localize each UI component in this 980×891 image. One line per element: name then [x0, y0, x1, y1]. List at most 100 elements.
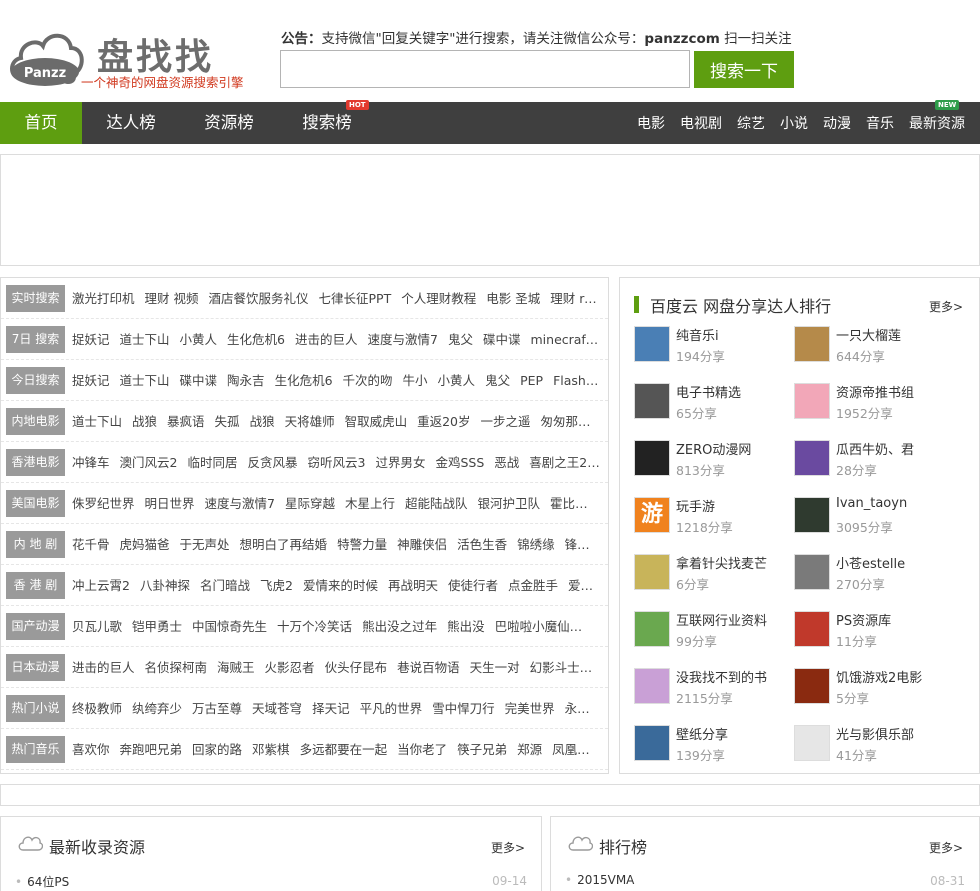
sharer-name[interactable]: ZERO动漫网 [676, 439, 751, 458]
keyword-link[interactable]: 邓紫棋 [252, 742, 290, 757]
ranking-more-link[interactable]: 更多> [929, 298, 963, 315]
keyword-link[interactable]: 捉妖记 [72, 332, 110, 347]
sharer-name[interactable]: 小苍estelle [836, 553, 905, 572]
sharer-item[interactable]: 饥饿游戏2电影 5分享 [794, 668, 954, 708]
keyword-link[interactable]: 速度与激情7 [368, 332, 438, 347]
keyword-link[interactable]: 碟中谍 [180, 373, 218, 388]
keyword-link[interactable]: 再战明天 [388, 578, 438, 593]
keyword-link[interactable]: 回家的路 [192, 742, 242, 757]
portrait-avatar-icon[interactable] [794, 440, 830, 476]
sharer-item[interactable]: PS资源库 11分享 [794, 611, 954, 651]
row-category-label[interactable]: 国产动漫 [6, 613, 65, 640]
row-category-label[interactable]: 日本动漫 [6, 654, 65, 681]
keyword-link[interactable]: 家有... [580, 619, 600, 634]
keyword-link[interactable]: 反贪风暴 [247, 455, 297, 470]
keyword-link[interactable]: 幻影斗士 [530, 660, 580, 675]
keyword-link[interactable]: 超能陆战队 [405, 496, 468, 511]
row-category-label[interactable]: 香港电影 [6, 449, 65, 476]
row-category-label[interactable]: 热门小说 [6, 695, 65, 722]
keyword-link[interactable]: 小黄人 [180, 332, 218, 347]
keyword-link[interactable]: 金鸡SSS [435, 455, 484, 470]
keyword-link[interactable]: 于无声处 [180, 537, 230, 552]
books-avatar-icon[interactable] [634, 668, 670, 704]
keyword-link[interactable]: 天生一对 [470, 660, 520, 675]
sharer-item[interactable]: 瓜西牛奶、君 28分享 [794, 440, 954, 480]
ps-avatar-icon[interactable] [794, 611, 830, 647]
keyword-link[interactable]: 电影 圣城 [486, 291, 540, 306]
keyword-link[interactable]: 一步之遥 [481, 414, 531, 429]
keyword-link[interactable]: 霍比特人3 [550, 496, 600, 511]
sharer-name[interactable]: 玩手游 [676, 496, 715, 515]
keyword-link[interactable]: 特警力量 [337, 537, 387, 552]
keyword-link[interactable]: minecraft1.8.... [531, 332, 601, 347]
keyword-link[interactable]: 理财 视频 [145, 291, 199, 306]
row-category-label[interactable]: 内 地 剧 [6, 531, 65, 558]
keyword-link[interactable]: 多远都要在一起 [300, 742, 388, 757]
sharer-name[interactable]: 壁纸分享 [676, 724, 728, 743]
keyword-link[interactable]: 点金胜手 [508, 578, 558, 593]
keyword-link[interactable]: 筷子兄弟 [457, 742, 507, 757]
keyword-link[interactable]: 速度与激情7 [205, 496, 275, 511]
android-avatar-icon[interactable] [634, 611, 670, 647]
keyword-link[interactable]: 木星上行 [345, 496, 395, 511]
keyword-link[interactable]: 重返20岁 [417, 414, 470, 429]
keyword-link[interactable]: 雪中悍刀行 [432, 701, 495, 716]
keyword-link[interactable]: 进击的巨人 [295, 332, 358, 347]
keyword-link[interactable]: 飞虎2 [260, 578, 293, 593]
keyword-link[interactable]: 战狼 [132, 414, 157, 429]
keyword-link[interactable]: 恶战 [494, 455, 519, 470]
row-category-label[interactable]: 内地电影 [6, 408, 65, 435]
sharer-item[interactable]: 拿着针尖找麦芒 6分享 [634, 554, 794, 594]
keyword-link[interactable]: 名侦探柯南 [145, 660, 208, 675]
keyword-link[interactable]: 生化危机6 [227, 332, 285, 347]
nav-resources[interactable]: 资源榜 [190, 102, 268, 144]
keyword-link[interactable]: 碟中谍 [483, 332, 521, 347]
game-avatar-icon[interactable]: 游 [634, 497, 670, 533]
sharer-name[interactable]: 资源帝推书组 [836, 382, 914, 401]
keyword-link[interactable]: 天域苍穹 [252, 701, 302, 716]
keyword-link[interactable]: 奔跑吧兄弟 [120, 742, 183, 757]
sharer-name[interactable]: 瓜西牛奶、君 [836, 439, 914, 458]
keyword-link[interactable]: 海贼王 [217, 660, 255, 675]
keyword-link[interactable]: 爱情来的时候 [303, 578, 378, 593]
sharer-item[interactable]: 壁纸分享 139分享 [634, 725, 794, 765]
nav-movie[interactable]: 电影 [637, 102, 665, 144]
keyword-link[interactable]: 天将雄师 [285, 414, 335, 429]
keyword-link[interactable]: 千次的吻 [343, 373, 393, 388]
keyword-link[interactable]: 智取威虎山 [345, 414, 408, 429]
sharer-item[interactable]: 小苍estelle 270分享 [794, 554, 954, 594]
keyword-link[interactable]: 道士下山 [120, 332, 170, 347]
keyword-link[interactable]: 鬼父 [485, 373, 510, 388]
keyword-link[interactable]: 熊出没之过年 [362, 619, 437, 634]
keyword-link[interactable]: 喜欢你 [72, 742, 110, 757]
sharer-name[interactable]: 电子书精选 [676, 382, 741, 401]
keyword-link[interactable]: 星际穿越 [285, 496, 335, 511]
fire-avatar-icon[interactable] [794, 668, 830, 704]
sketch-avatar-icon[interactable] [634, 554, 670, 590]
sharer-item[interactable]: Ivan_taoyn 3095分享 [794, 496, 954, 537]
keyword-link[interactable]: 郑源 [517, 742, 542, 757]
keyword-link[interactable]: 道士下山 [120, 373, 170, 388]
keyword-link[interactable]: 使徒行者 [448, 578, 498, 593]
nav-tv[interactable]: 电视剧 [680, 102, 722, 144]
city-avatar-icon[interactable] [794, 326, 830, 362]
sharer-item[interactable]: 电子书精选 65分享 [634, 383, 794, 423]
keyword-link[interactable]: 当你老了 [397, 742, 447, 757]
site-logo[interactable]: Panzz 盘找找 一个神奇的网盘资源搜索引擎 [7, 22, 267, 92]
keyword-link[interactable]: 鬼父 [448, 332, 473, 347]
keyword-link[interactable]: 激光打印机 [72, 291, 135, 306]
keyword-link[interactable]: 道士下山 [72, 414, 122, 429]
keyword-link[interactable]: 冲上云霄2 [72, 578, 130, 593]
keyword-link[interactable]: 牛小 [403, 373, 428, 388]
keyword-link[interactable]: 永夜君... [565, 701, 600, 716]
keyword-link[interactable]: 火影忍者 [265, 660, 315, 675]
keyword-link[interactable]: PEP [520, 373, 543, 388]
keyword-link[interactable]: 战狼 [250, 414, 275, 429]
keyword-link[interactable]: 完美世界 [505, 701, 555, 716]
girl-avatar-icon[interactable] [794, 554, 830, 590]
sharer-name[interactable]: 没我找不到的书 [676, 667, 767, 686]
nav-experts[interactable]: 达人榜 [92, 102, 170, 144]
keyword-link[interactable]: 名门暗战 [200, 578, 250, 593]
keyword-link[interactable]: 万古至尊 [192, 701, 242, 716]
keyword-link[interactable]: 纨绔弃少 [132, 701, 182, 716]
